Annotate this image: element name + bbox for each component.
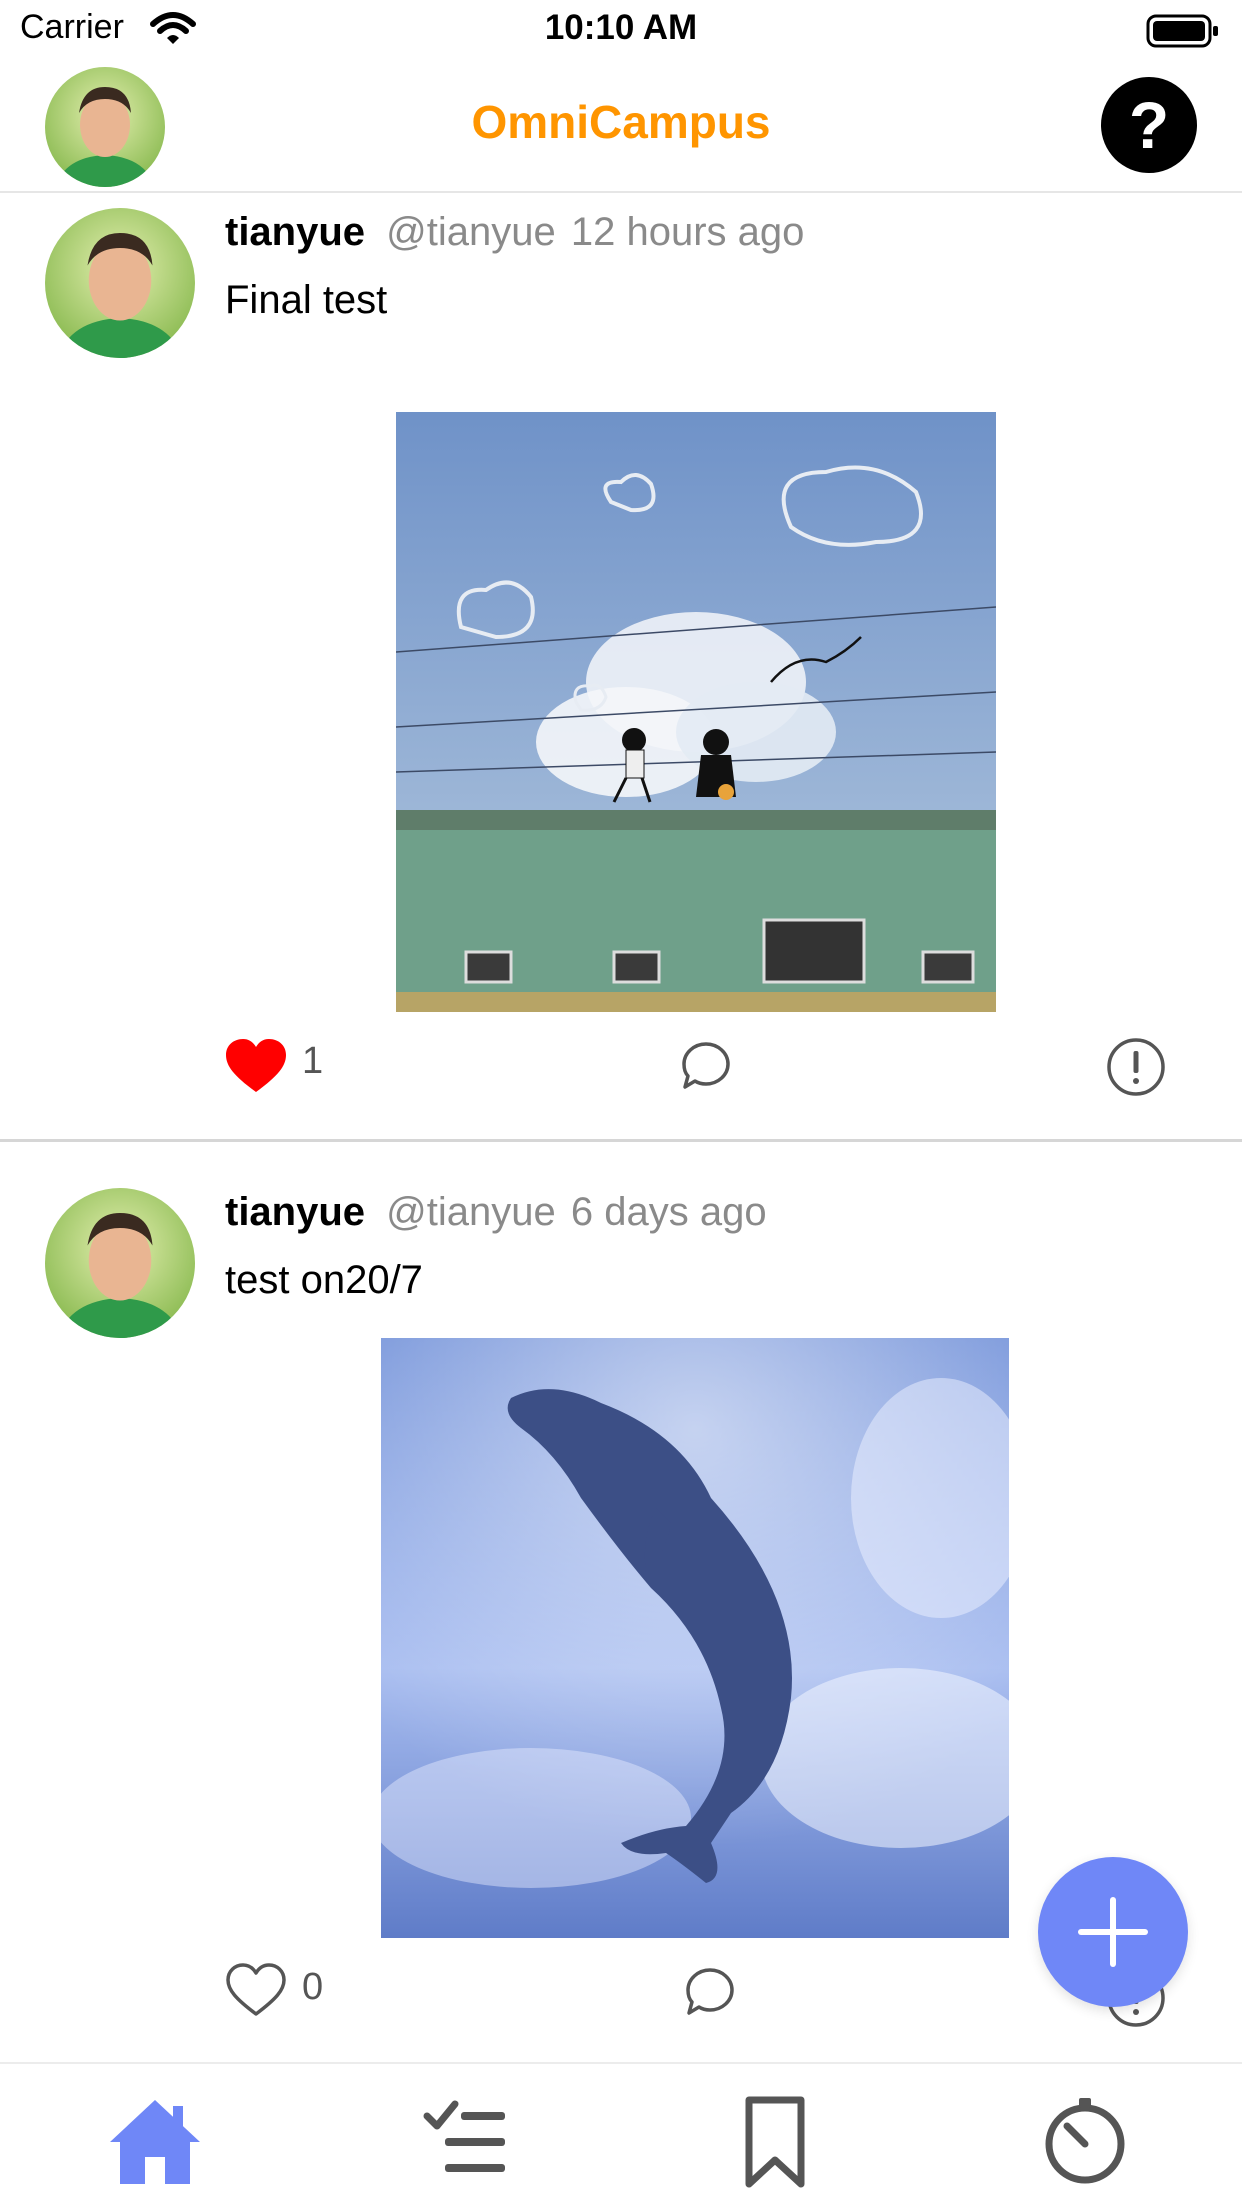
battery-icon [1146, 14, 1218, 48]
post-text: Final test [225, 278, 388, 322]
post-header: tianyue @tianyue 12 hours ago [225, 210, 804, 255]
post-time: 6 days ago [570, 1190, 767, 1234]
comment-icon[interactable] [684, 1966, 736, 2018]
like-heart-outline-icon[interactable] [224, 1962, 288, 2018]
post-username[interactable]: tianyue [225, 210, 365, 254]
post-image[interactable] [381, 1338, 1009, 1938]
like-count: 1 [302, 1040, 324, 1082]
nav-divider [0, 191, 1242, 193]
report-icon[interactable] [1106, 1037, 1166, 1097]
post-handle: @tianyue [386, 210, 556, 254]
post-text: test on20/7 [225, 1258, 423, 1302]
comment-icon[interactable] [680, 1040, 732, 1092]
post-avatar[interactable] [45, 208, 195, 358]
post-handle: @tianyue [386, 1190, 556, 1234]
post-image[interactable] [396, 412, 996, 1012]
bookmark-icon[interactable] [725, 2092, 825, 2192]
post-header: tianyue @tianyue 6 days ago [225, 1190, 767, 1235]
post-time: 12 hours ago [570, 210, 805, 254]
help-button[interactable]: ? [1101, 77, 1197, 173]
post-avatar[interactable] [45, 1188, 195, 1338]
like-heart-filled-icon[interactable] [224, 1038, 288, 1094]
post-username[interactable]: tianyue [225, 1190, 365, 1234]
status-bar: Carrier 10:10 AM [0, 0, 1242, 62]
checklist-icon[interactable] [415, 2092, 515, 2192]
timer-icon[interactable] [1035, 2092, 1135, 2192]
plus-icon [1078, 1897, 1148, 1967]
app-title: OmniCampus [471, 96, 771, 148]
tab-bar-divider [0, 2062, 1242, 2064]
status-time: 10:10 AM [544, 8, 698, 47]
post-separator [0, 1139, 1242, 1142]
new-post-button[interactable] [1038, 1857, 1188, 2007]
home-icon[interactable] [105, 2092, 205, 2192]
like-count: 0 [302, 1966, 324, 2008]
